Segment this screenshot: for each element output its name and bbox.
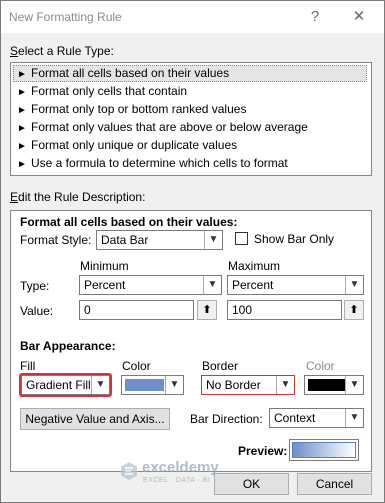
watermark-name: exceldemy	[142, 459, 219, 476]
arrow-right-icon: ►	[17, 141, 27, 152]
show-bar-only-label: Show Bar Only	[254, 232, 335, 246]
collapse-dialog-icon: ⬆	[349, 304, 359, 316]
format-style-value: Data Bar	[101, 233, 149, 247]
chevron-down-icon[interactable]: ▼	[204, 231, 222, 249]
negative-value-axis-button[interactable]: Negative Value and Axis...	[20, 408, 170, 430]
title-bar: New Formatting Rule ? ✕	[1, 1, 384, 33]
ok-button[interactable]: OK	[214, 473, 289, 495]
rule-description-label-rest: dit the Rule Description:	[18, 190, 146, 204]
border-type-value: No Border	[206, 378, 261, 392]
maximum-label: Maximum	[228, 259, 281, 273]
border-color-picker[interactable]: ▼	[304, 375, 364, 395]
dialog-title: New Formatting Rule	[9, 10, 122, 24]
value-label: Value:	[20, 304, 54, 318]
rule-type-item[interactable]: ► Format only top or bottom ranked values	[13, 101, 367, 118]
bar-direction-label: Bar Direction:	[190, 412, 263, 426]
cancel-button[interactable]: Cancel	[297, 473, 372, 495]
chevron-down-icon[interactable]: ▼	[345, 409, 363, 427]
arrow-right-icon: ►	[17, 159, 27, 170]
minimum-value-text: 0	[84, 303, 91, 317]
maximum-type-value: Percent	[232, 278, 274, 292]
arrow-right-icon: ►	[17, 87, 27, 98]
minimum-value-input[interactable]: 0	[79, 300, 194, 320]
rule-type-item[interactable]: ► Format only cells that contain	[13, 83, 367, 100]
fill-color-label: Color	[122, 359, 151, 373]
bar-direction-value: Context	[274, 411, 316, 425]
rule-type-item[interactable]: ► Use a formula to determine which cells …	[13, 155, 367, 172]
show-bar-only-checkbox[interactable]	[235, 232, 248, 245]
rule-type-item-label: Use a formula to determine which cells t…	[31, 156, 288, 170]
rule-type-item-label: Format only values that are above or bel…	[31, 120, 308, 134]
chevron-down-icon[interactable]: ▼	[203, 276, 221, 294]
rule-type-label: Select a Rule Type:	[10, 44, 114, 58]
chevron-down-icon[interactable]: ▼	[345, 276, 363, 294]
chevron-down-icon[interactable]: ▼	[276, 376, 294, 394]
type-label: Type:	[20, 279, 50, 293]
bar-direction-select[interactable]: Context ▼	[269, 408, 364, 428]
maximum-type-select[interactable]: Percent ▼	[227, 275, 364, 295]
border-color-swatch	[308, 379, 345, 391]
rule-type-item[interactable]: ► Format all cells based on their values	[13, 65, 367, 82]
rule-type-item[interactable]: ► Format only values that are above or be…	[13, 119, 367, 136]
rule-type-item-label: Format only cells that contain	[31, 84, 188, 98]
new-formatting-rule-dialog: New Formatting Rule ? ✕ Select a Rule Ty…	[0, 0, 385, 503]
rule-type-item[interactable]: ► Format only unique or duplicate values	[13, 137, 367, 154]
rule-type-item-label: Format all cells based on their values	[31, 66, 230, 80]
rule-type-list[interactable]: ► Format all cells based on their values …	[10, 62, 372, 176]
preview-label: Preview:	[238, 444, 288, 458]
fill-select-highlight	[19, 373, 112, 397]
rule-type-item-label: Format only unique or duplicate values	[31, 138, 238, 152]
minimum-type-select[interactable]: Percent ▼	[79, 275, 222, 295]
arrow-right-icon: ►	[17, 105, 27, 116]
border-label: Border	[202, 359, 239, 373]
data-bar-preview	[289, 439, 359, 461]
border-type-select[interactable]: No Border ▼	[201, 375, 295, 395]
arrow-right-icon: ►	[17, 69, 27, 80]
fill-color-swatch	[125, 379, 164, 391]
maximum-value-text: 100	[232, 303, 253, 317]
chevron-down-icon[interactable]: ▼	[345, 376, 363, 394]
collapse-dialog-icon: ⬆	[202, 304, 212, 316]
bar-appearance-heading: Bar Appearance:	[20, 339, 116, 353]
rule-type-label-rest: elect a Rule Type:	[18, 44, 114, 58]
format-style-label: Format Style:	[20, 233, 92, 247]
chevron-down-icon[interactable]: ▼	[165, 376, 183, 394]
close-button[interactable]: ✕	[344, 5, 374, 29]
description-heading: Format all cells based on their values:	[20, 215, 238, 229]
minimum-type-value: Percent	[84, 278, 126, 292]
minimum-range-picker-button[interactable]: ⬆	[197, 300, 217, 320]
maximum-range-picker-button[interactable]: ⬆	[344, 300, 364, 320]
fill-label: Fill	[20, 359, 36, 373]
rule-description-label: Edit the Rule Description:	[10, 190, 146, 204]
border-color-label: Color	[306, 359, 335, 373]
maximum-value-input[interactable]: 100	[227, 300, 342, 320]
exceldemy-logo-icon	[121, 462, 137, 480]
minimum-label: Minimum	[80, 259, 129, 273]
watermark-tagline: EXCEL · DATA · BI	[143, 477, 211, 484]
help-button[interactable]: ?	[300, 5, 330, 29]
arrow-right-icon: ►	[17, 123, 27, 134]
fill-color-picker[interactable]: ▼	[121, 375, 184, 395]
format-style-select[interactable]: Data Bar ▼	[96, 230, 223, 250]
rule-type-item-label: Format only top or bottom ranked values	[31, 102, 247, 116]
data-bar-preview-fill	[292, 442, 356, 458]
